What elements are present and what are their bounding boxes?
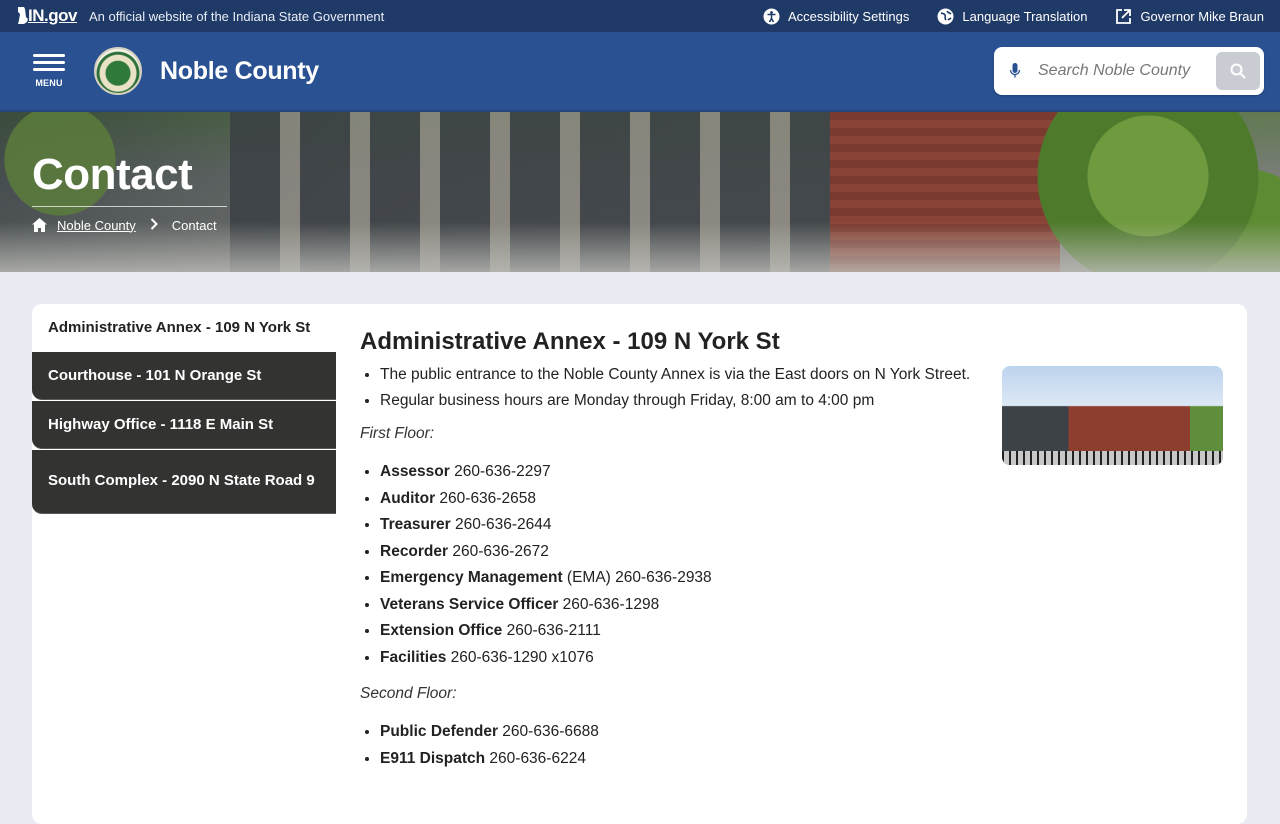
list-item: Public Defender 260-636-6688 <box>380 719 1223 746</box>
accessibility-settings-label: Accessibility Settings <box>788 8 910 24</box>
search-button[interactable] <box>1216 52 1260 90</box>
chevron-right-icon <box>150 217 158 233</box>
list-item: Auditor 260-636-2658 <box>380 486 1223 513</box>
main-card: Administrative Annex - 109 N York St Cou… <box>32 304 1247 824</box>
first-floor-list: Assessor 260-636-2297 Auditor 260-636-26… <box>360 459 1223 671</box>
second-floor-label: Second Floor: <box>360 685 457 702</box>
indiana-state-icon <box>18 7 28 24</box>
hero-content: Contact Noble County Contact <box>32 150 227 233</box>
search-icon <box>1230 63 1246 79</box>
hamburger-icon <box>33 54 65 57</box>
section-title: Administrative Annex - 109 N York St <box>360 328 780 355</box>
governor-link[interactable]: Governor Mike Braun <box>1115 8 1264 25</box>
county-seal-logo[interactable] <box>94 47 142 95</box>
sidenav-item-courthouse[interactable]: Courthouse - 101 N Orange St <box>32 352 336 400</box>
governor-label: Governor Mike Braun <box>1140 8 1264 24</box>
info-hours: Regular business hours are Monday throug… <box>380 390 980 411</box>
list-item: Extension Office 260-636-2111 <box>380 618 1223 645</box>
info-entrance: The public entrance to the Noble County … <box>380 364 980 385</box>
menu-label: MENU <box>35 78 63 88</box>
second-floor-list: Public Defender 260-636-6688 E911 Dispat… <box>360 719 1223 772</box>
microphone-icon[interactable] <box>1008 63 1022 79</box>
home-icon[interactable] <box>32 218 47 232</box>
globe-icon <box>937 8 954 25</box>
hero-banner: Contact Noble County Contact <box>0 112 1280 272</box>
list-item: Treasurer 260-636-2644 <box>380 512 1223 539</box>
accessibility-settings-link[interactable]: Accessibility Settings <box>763 8 909 25</box>
list-item: E911 Dispatch 260-636-6224 <box>380 746 1223 773</box>
sidenav-item-administrative-annex[interactable]: Administrative Annex - 109 N York St <box>32 304 336 352</box>
sidenav-item-highway-office[interactable]: Highway Office - 1118 E Main St <box>32 401 336 449</box>
breadcrumb: Noble County Contact <box>32 217 227 233</box>
state-bar: IN.gov An official website of the Indian… <box>0 0 1280 32</box>
list-item: Recorder 260-636-2672 <box>380 539 1223 566</box>
accessibility-icon <box>763 8 780 25</box>
menu-button[interactable]: MENU <box>32 54 66 88</box>
main-content: Administrative Annex - 109 N York St The… <box>336 304 1247 824</box>
annex-building-photo <box>1002 366 1223 465</box>
external-link-icon <box>1115 8 1132 25</box>
side-navigation: Administrative Annex - 109 N York St Cou… <box>32 304 336 824</box>
list-item: Veterans Service Officer 260-636-1298 <box>380 592 1223 619</box>
ingov-logo[interactable]: IN.gov <box>16 6 77 26</box>
language-translation-link[interactable]: Language Translation <box>937 8 1087 25</box>
info-list: The public entrance to the Noble County … <box>360 364 980 411</box>
site-header: MENU Noble County <box>0 32 1280 112</box>
page-title: Contact <box>32 150 227 207</box>
search-input[interactable] <box>1038 62 1216 80</box>
sidenav-item-south-complex[interactable]: South Complex - 2090 N State Road 9 <box>32 450 336 514</box>
search-box <box>994 47 1264 95</box>
official-site-text: An official website of the Indiana State… <box>88 8 385 24</box>
site-title[interactable]: Noble County <box>160 57 319 86</box>
breadcrumb-current: Contact <box>171 217 217 233</box>
list-item: Facilities 260-636-1290 x1076 <box>380 645 1223 672</box>
breadcrumb-home-link[interactable]: Noble County <box>57 218 136 233</box>
language-translation-label: Language Translation <box>962 8 1088 24</box>
list-item: Emergency Management (EMA) 260-636-2938 <box>380 565 1223 592</box>
